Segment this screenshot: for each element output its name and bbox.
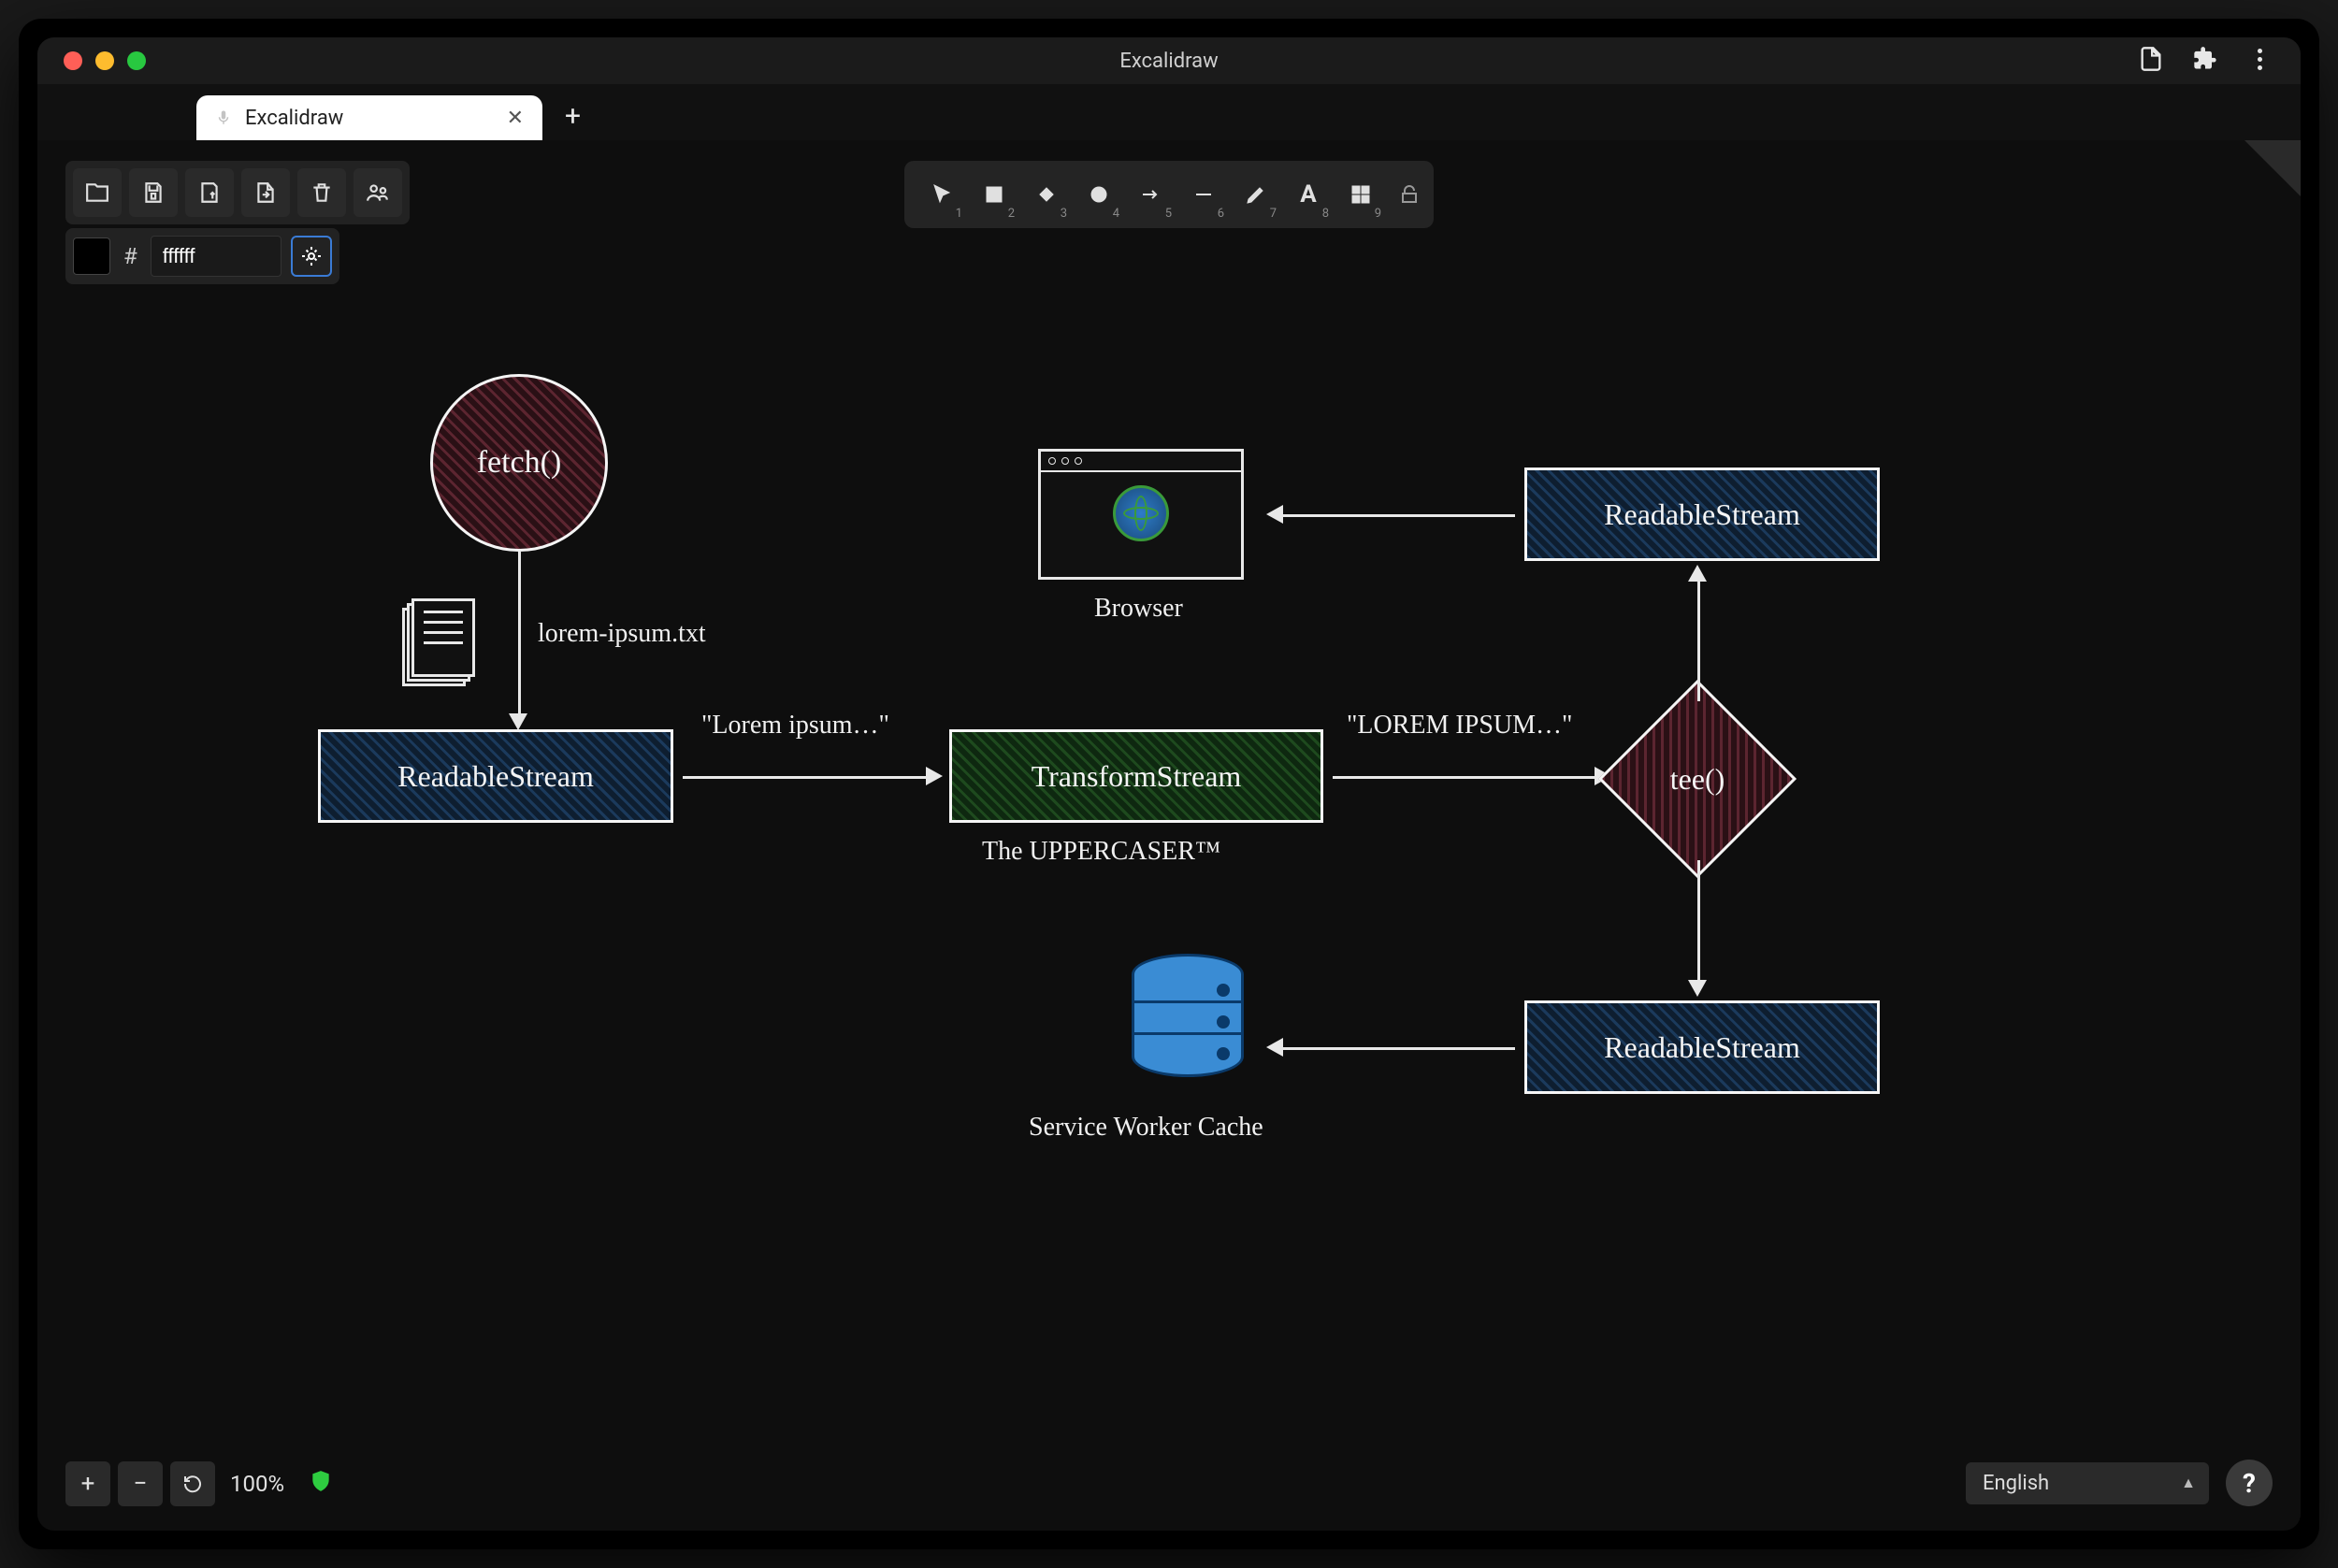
canvas[interactable]: fetch() lorem-ipsum.txt ReadableStream "…: [37, 140, 2301, 1531]
app-window: Excalidraw Excalidraw ✕ +: [37, 37, 2301, 1531]
node-readable-bottom[interactable]: ReadableStream: [1524, 1000, 1880, 1094]
node-browser: [1038, 449, 1244, 580]
node-readable-top-label: ReadableStream: [1604, 497, 1800, 532]
arrowhead-left-icon: [1266, 505, 1283, 524]
mic-icon: [215, 109, 232, 126]
arrow-fetch-to-readable: [518, 552, 521, 715]
browser-tab[interactable]: Excalidraw ✕: [196, 95, 542, 140]
zoom-in-button[interactable]: +: [65, 1461, 110, 1506]
window-title: Excalidraw: [1119, 50, 1218, 73]
zoom-controls: + − 100%: [65, 1461, 333, 1506]
arrow-transform-to-tee: [1333, 776, 1595, 779]
zoom-percent: 100%: [223, 1471, 292, 1497]
traffic-lights: [37, 51, 146, 70]
reset-icon: [181, 1473, 204, 1495]
node-tee[interactable]: tee(): [1627, 709, 1768, 849]
node-tee-label: tee(): [1627, 709, 1768, 849]
globe-icon: [1113, 485, 1169, 541]
shield-icon[interactable]: [299, 1469, 333, 1500]
cache-caption: Service Worker Cache: [1029, 1113, 1263, 1143]
tab-close-icon[interactable]: ✕: [507, 107, 524, 130]
node-readable-bottom-label: ReadableStream: [1604, 1030, 1800, 1065]
language-label: English: [1983, 1472, 2049, 1495]
arrow-readable-to-cache: [1281, 1047, 1515, 1050]
node-readable-top[interactable]: ReadableStream: [1524, 468, 1880, 561]
titlebar: Excalidraw: [37, 37, 2301, 84]
arrow-readable-to-transform: [683, 776, 926, 779]
language-select[interactable]: English: [1966, 1462, 2209, 1504]
app-area: # 1 2 3 4 5 6 7 A8 9 fetch(): [37, 140, 2301, 1531]
arrowhead-left-icon-2: [1266, 1038, 1283, 1057]
file-icon[interactable]: [2138, 46, 2164, 76]
file-icon-node: [411, 598, 475, 677]
node-readable-1[interactable]: ReadableStream: [318, 729, 673, 823]
arrow-readable-to-browser: [1281, 514, 1515, 517]
file-label: lorem-ipsum.txt: [538, 619, 706, 649]
arrowhead-down-icon-2: [1688, 980, 1707, 997]
arrow2-label: "LOREM IPSUM…": [1347, 711, 1572, 741]
tab-label: Excalidraw: [245, 107, 343, 130]
maximize-window-button[interactable]: [127, 51, 146, 70]
zoom-out-button[interactable]: −: [118, 1461, 163, 1506]
node-fetch[interactable]: fetch(): [430, 374, 608, 552]
footer-right: English ?: [1966, 1460, 2273, 1506]
node-transform[interactable]: TransformStream: [949, 729, 1323, 823]
close-window-button[interactable]: [64, 51, 82, 70]
browser-caption: Browser: [1094, 594, 1183, 624]
node-fetch-label: fetch(): [477, 445, 562, 481]
arrow-tee-up: [1697, 580, 1700, 701]
extension-icon[interactable]: [2192, 46, 2218, 76]
node-transform-label: TransformStream: [1032, 759, 1242, 794]
menu-icon[interactable]: [2246, 46, 2273, 72]
arrowhead-up-icon: [1688, 565, 1707, 582]
tab-bar: Excalidraw ✕ +: [37, 84, 2301, 140]
node-cache: [1132, 954, 1244, 1077]
arrow1-label: "Lorem ipsum…": [701, 711, 889, 741]
arrowhead-right-icon: [926, 767, 943, 785]
arrowhead-down-icon: [509, 713, 527, 730]
minimize-window-button[interactable]: [95, 51, 114, 70]
arrow-tee-down: [1697, 860, 1700, 982]
transform-caption: The UPPERCASER™: [982, 837, 1220, 867]
help-button[interactable]: ?: [2226, 1460, 2273, 1506]
node-readable-1-label: ReadableStream: [397, 759, 594, 794]
zoom-reset-button[interactable]: [170, 1461, 215, 1506]
new-tab-button[interactable]: +: [542, 100, 603, 140]
